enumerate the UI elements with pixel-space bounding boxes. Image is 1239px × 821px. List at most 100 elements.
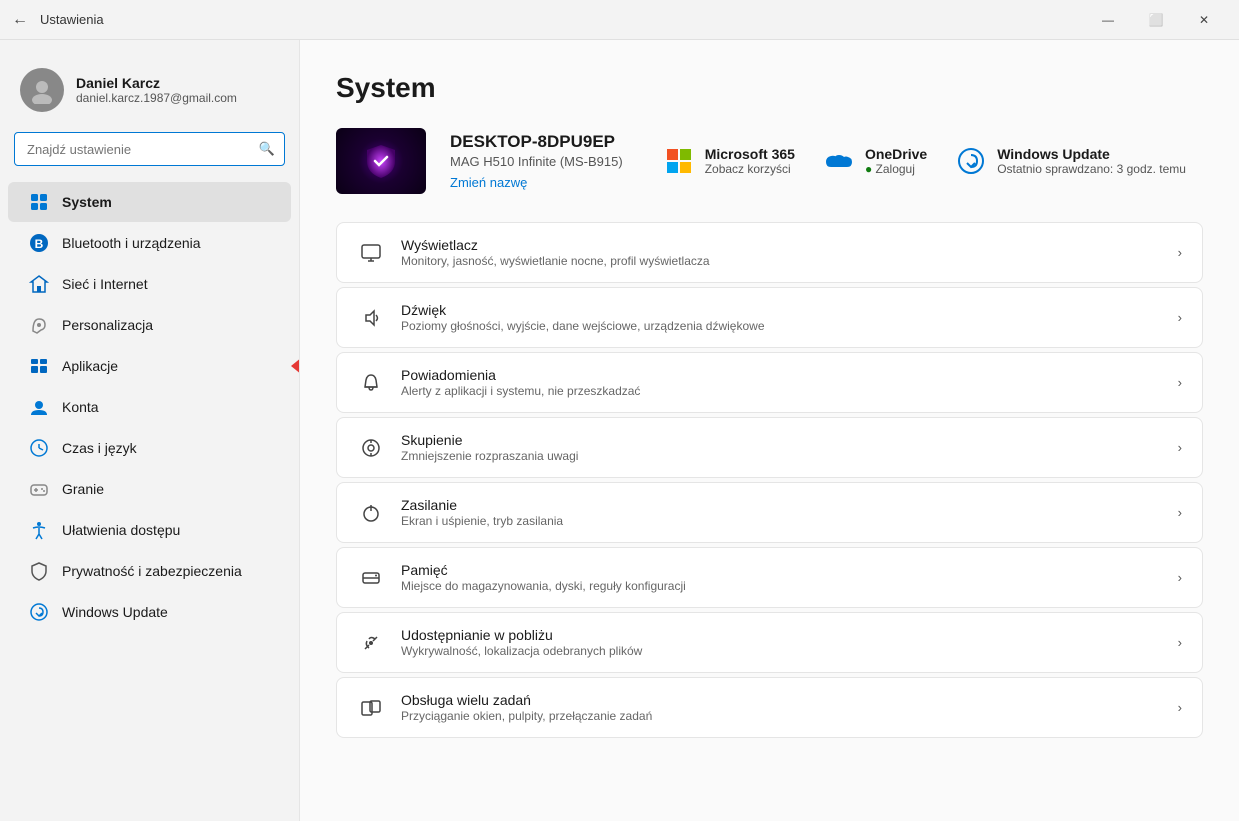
settings-item-nearby[interactable]: Udostępnianie w pobliżu Wykrywalność, lo…: [336, 612, 1203, 673]
app-title: Ustawienia: [40, 12, 104, 27]
notifications-icon: [357, 369, 385, 397]
chevron-right-icon: ›: [1178, 440, 1182, 455]
sidebar-item-gaming-label: Granie: [62, 481, 104, 497]
sidebar-item-system[interactable]: System: [8, 182, 291, 222]
settings-item-display[interactable]: Wyświetlacz Monitory, jasność, wyświetla…: [336, 222, 1203, 283]
power-icon: [357, 499, 385, 527]
sidebar-item-update[interactable]: Windows Update: [8, 592, 291, 632]
settings-item-storage-text: Pamięć Miejsce do magazynowania, dyski, …: [401, 562, 1162, 593]
settings-item-storage-desc: Miejsce do magazynowania, dyski, reguły …: [401, 579, 1162, 593]
settings-item-focus[interactable]: Skupienie Zmniejszenie rozpraszania uwag…: [336, 417, 1203, 478]
onedrive-icon: [823, 145, 855, 177]
storage-icon: [357, 564, 385, 592]
svg-text:B: B: [35, 237, 44, 251]
chevron-right-icon: ›: [1178, 635, 1182, 650]
device-info: DESKTOP-8DPU9EP MAG H510 Infinite (MS-B9…: [450, 132, 623, 190]
titlebar: ← Ustawienia — ⬜ ✕: [0, 0, 1239, 40]
search-icon: 🔍: [259, 141, 275, 157]
service-microsoft365[interactable]: Microsoft 365 Zobacz korzyści: [663, 145, 795, 177]
sidebar-item-privacy[interactable]: Prywatność i zabezpieczenia: [8, 551, 291, 591]
user-profile[interactable]: Daniel Karcz daniel.karcz.1987@gmail.com: [0, 56, 299, 132]
accounts-icon: [28, 396, 50, 418]
chevron-right-icon: ›: [1178, 570, 1182, 585]
maximize-button[interactable]: ⬜: [1133, 4, 1179, 36]
settings-item-nearby-text: Udostępnianie w pobliżu Wykrywalność, lo…: [401, 627, 1162, 658]
sidebar-item-bluetooth[interactable]: B Bluetooth i urządzenia: [8, 223, 291, 263]
settings-item-storage-title: Pamięć: [401, 562, 1162, 578]
search-container: 🔍: [14, 132, 285, 166]
service-windowsupdate-sub: Ostatnio sprawdzano: 3 godz. temu: [997, 162, 1186, 176]
chevron-right-icon: ›: [1178, 245, 1182, 260]
service-microsoft365-sub: Zobacz korzyści: [705, 162, 795, 176]
settings-item-display-text: Wyświetlacz Monitory, jasność, wyświetla…: [401, 237, 1162, 268]
sidebar-item-accounts-label: Konta: [62, 399, 99, 415]
multitask-icon: [357, 694, 385, 722]
sidebar-item-gaming[interactable]: Granie: [8, 469, 291, 509]
sidebar-item-accessibility[interactable]: Ułatwienia dostępu: [8, 510, 291, 550]
user-info: Daniel Karcz daniel.karcz.1987@gmail.com: [76, 75, 237, 105]
device-card: DESKTOP-8DPU9EP MAG H510 Infinite (MS-B9…: [336, 128, 1203, 194]
main-content: System: [300, 40, 1239, 821]
settings-item-focus-text: Skupienie Zmniejszenie rozpraszania uwag…: [401, 432, 1162, 463]
settings-item-notifications-title: Powiadomienia: [401, 367, 1162, 383]
service-windowsupdate-name: Windows Update: [997, 146, 1186, 162]
device-model: MAG H510 Infinite (MS-B915): [450, 154, 623, 169]
user-name: Daniel Karcz: [76, 75, 237, 91]
focus-icon: [357, 434, 385, 462]
windowsupdate-icon: [955, 145, 987, 177]
settings-item-focus-desc: Zmniejszenie rozpraszania uwagi: [401, 449, 1162, 463]
user-email: daniel.karcz.1987@gmail.com: [76, 91, 237, 105]
page-title: System: [336, 72, 1203, 104]
chevron-right-icon: ›: [1178, 310, 1182, 325]
bluetooth-icon: B: [28, 232, 50, 254]
sidebar: Daniel Karcz daniel.karcz.1987@gmail.com…: [0, 40, 300, 821]
back-button[interactable]: ←: [12, 11, 30, 29]
sidebar-item-system-label: System: [62, 194, 112, 210]
device-services: Microsoft 365 Zobacz korzyści OneDrive Z…: [663, 145, 1186, 177]
rename-link[interactable]: Zmień nazwę: [450, 175, 623, 190]
time-icon: [28, 437, 50, 459]
settings-item-nearby-desc: Wykrywalność, lokalizacja odebranych pli…: [401, 644, 1162, 658]
settings-item-power-text: Zasilanie Ekran i uśpienie, tryb zasilan…: [401, 497, 1162, 528]
settings-item-sound[interactable]: Dźwięk Poziomy głośności, wyjście, dane …: [336, 287, 1203, 348]
sidebar-item-personalization[interactable]: Personalizacja: [8, 305, 291, 345]
settings-item-multitask-title: Obsługa wielu zadań: [401, 692, 1162, 708]
device-name: DESKTOP-8DPU9EP: [450, 132, 623, 152]
chevron-right-icon: ›: [1178, 700, 1182, 715]
settings-item-power-desc: Ekran i uśpienie, tryb zasilania: [401, 514, 1162, 528]
arrow-annotation: [291, 353, 300, 379]
sidebar-item-network[interactable]: Sieć i Internet: [8, 264, 291, 304]
gaming-icon: [28, 478, 50, 500]
sidebar-item-time[interactable]: Czas i język: [8, 428, 291, 468]
service-windowsupdate[interactable]: Windows Update Ostatnio sprawdzano: 3 go…: [955, 145, 1186, 177]
microsoft365-icon: [663, 145, 695, 177]
search-input[interactable]: [14, 132, 285, 166]
service-microsoft365-details: Microsoft 365 Zobacz korzyści: [705, 146, 795, 176]
sidebar-item-apps-label: Aplikacje: [62, 358, 118, 374]
service-onedrive[interactable]: OneDrive Zaloguj: [823, 145, 927, 177]
chevron-right-icon: ›: [1178, 375, 1182, 390]
settings-item-power[interactable]: Zasilanie Ekran i uśpienie, tryb zasilan…: [336, 482, 1203, 543]
settings-item-display-desc: Monitory, jasność, wyświetlanie nocne, p…: [401, 254, 1162, 268]
sidebar-item-accounts[interactable]: Konta: [8, 387, 291, 427]
settings-item-notifications[interactable]: Powiadomienia Alerty z aplikacji i syste…: [336, 352, 1203, 413]
sidebar-item-bluetooth-label: Bluetooth i urządzenia: [62, 235, 201, 251]
sound-icon: [357, 304, 385, 332]
service-onedrive-details: OneDrive Zaloguj: [865, 146, 927, 176]
settings-item-focus-title: Skupienie: [401, 432, 1162, 448]
settings-item-multitask[interactable]: Obsługa wielu zadań Przyciąganie okien, …: [336, 677, 1203, 738]
personalization-icon: [28, 314, 50, 336]
minimize-button[interactable]: —: [1085, 4, 1131, 36]
app-container: Daniel Karcz daniel.karcz.1987@gmail.com…: [0, 40, 1239, 821]
nearby-icon: [357, 629, 385, 657]
close-button[interactable]: ✕: [1181, 4, 1227, 36]
sidebar-item-update-label: Windows Update: [62, 604, 168, 620]
settings-item-storage[interactable]: Pamięć Miejsce do magazynowania, dyski, …: [336, 547, 1203, 608]
settings-item-notifications-text: Powiadomienia Alerty z aplikacji i syste…: [401, 367, 1162, 398]
sidebar-item-apps[interactable]: Aplikacje: [8, 346, 291, 386]
service-onedrive-name: OneDrive: [865, 146, 927, 162]
apps-icon: [28, 355, 50, 377]
sidebar-item-network-label: Sieć i Internet: [62, 276, 148, 292]
settings-item-notifications-desc: Alerty z aplikacji i systemu, nie przesz…: [401, 384, 1162, 398]
settings-item-multitask-desc: Przyciąganie okien, pulpity, przełączani…: [401, 709, 1162, 723]
